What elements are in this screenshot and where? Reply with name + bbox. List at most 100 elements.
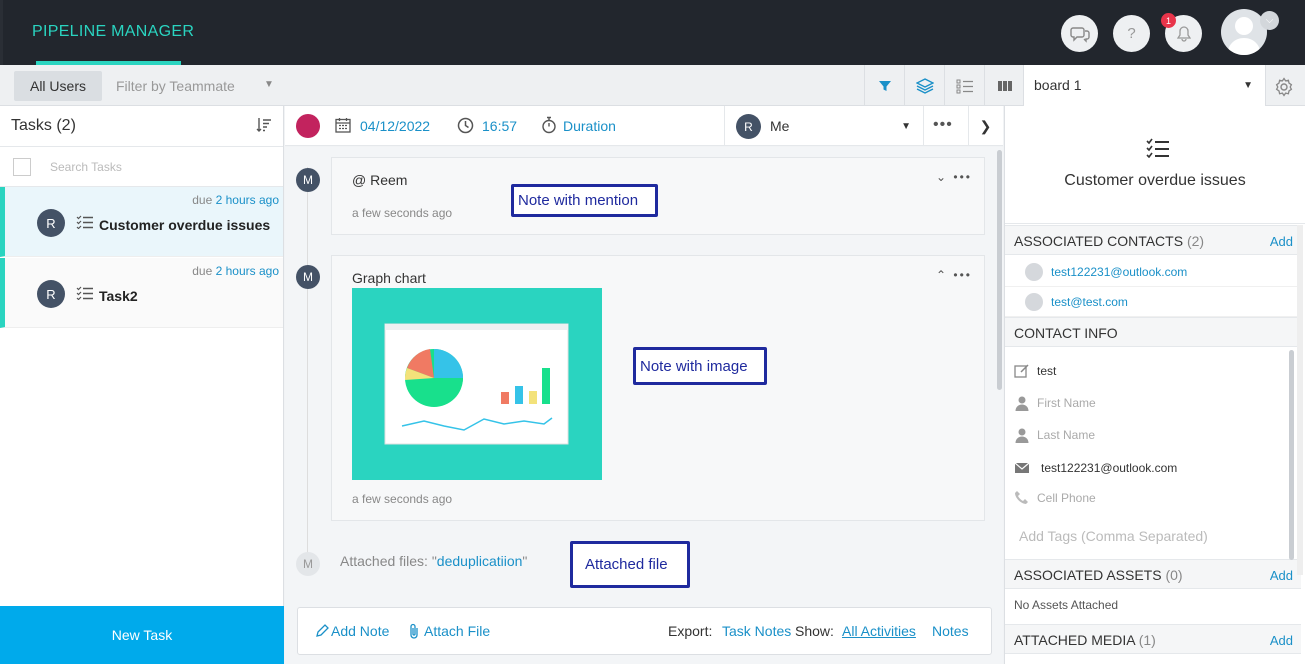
edit-icon bbox=[1014, 364, 1029, 378]
task-date[interactable]: 04/12/2022 bbox=[360, 118, 430, 134]
add-asset-button[interactable]: Add bbox=[1270, 568, 1293, 583]
clock-icon[interactable] bbox=[457, 117, 474, 134]
note-controls[interactable]: ⌄ ••• bbox=[936, 170, 972, 184]
sidebar-scrollbar-track[interactable] bbox=[1297, 225, 1303, 575]
note-title: @ Reem bbox=[352, 172, 408, 188]
sort-button[interactable] bbox=[256, 117, 272, 136]
filter-button[interactable] bbox=[864, 65, 904, 106]
chevron-down-icon: ▼ bbox=[1243, 80, 1253, 91]
board-view-button[interactable] bbox=[984, 65, 1024, 106]
task-search-row bbox=[0, 146, 283, 187]
list-view-button[interactable] bbox=[944, 65, 984, 106]
collapse-panel-button[interactable]: ❯ bbox=[968, 106, 1002, 146]
show-label: Show: bbox=[795, 623, 834, 639]
no-assets-text: No Assets Attached bbox=[1014, 598, 1119, 612]
cell-phone-row[interactable]: Cell Phone bbox=[1005, 484, 1295, 514]
show-all-activities-link[interactable]: All Activities bbox=[842, 623, 916, 639]
note-card[interactable]: @ Reem ⌄ ••• a few seconds ago bbox=[331, 157, 985, 235]
assignee-name: Me bbox=[770, 118, 790, 134]
task-avatar: R bbox=[37, 209, 65, 237]
attached-media-header: ATTACHED MEDIA (1) Add bbox=[1005, 624, 1301, 654]
stopwatch-icon[interactable] bbox=[541, 116, 557, 134]
note-author-avatar: M bbox=[296, 552, 320, 576]
select-all-checkbox[interactable] bbox=[13, 158, 31, 176]
board-select[interactable]: board 1 ▼ bbox=[1023, 65, 1266, 106]
person-icon bbox=[1015, 428, 1029, 443]
add-tags-input[interactable]: Add Tags (Comma Separated) bbox=[1019, 528, 1208, 544]
more-options-icon[interactable]: ••• bbox=[953, 268, 972, 282]
timeline-line bbox=[307, 167, 308, 567]
chevron-down-icon: ▼ bbox=[901, 121, 911, 132]
email-value: test122231@outlook.com bbox=[1041, 461, 1178, 475]
list-icon bbox=[956, 79, 973, 93]
filter-by-teammate[interactable]: Filter by Teammate bbox=[116, 78, 235, 94]
gear-icon bbox=[1275, 77, 1293, 97]
show-notes-link[interactable]: Notes bbox=[932, 623, 969, 639]
task-avatar: R bbox=[37, 280, 65, 308]
add-note-button[interactable]: Add Note bbox=[331, 623, 389, 639]
calendar-icon[interactable] bbox=[335, 117, 351, 133]
more-options-icon[interactable]: ••• bbox=[933, 116, 953, 134]
attach-file-button[interactable]: Attach File bbox=[424, 623, 490, 639]
task-time[interactable]: 16:57 bbox=[482, 118, 517, 134]
search-tasks-input[interactable] bbox=[42, 155, 272, 179]
chevron-down-icon[interactable]: ▼ bbox=[264, 79, 274, 90]
task-duration[interactable]: Duration bbox=[563, 118, 616, 134]
tasks-title: Tasks (2) bbox=[11, 117, 76, 134]
checklist-icon bbox=[1146, 138, 1169, 158]
contact-name-row[interactable]: test bbox=[1005, 357, 1295, 387]
chevron-down-icon[interactable]: ⌵ bbox=[1260, 11, 1279, 30]
contact-avatar-icon bbox=[1025, 263, 1043, 281]
task-due: due 2 hours ago bbox=[192, 264, 279, 278]
last-name-row[interactable]: Last Name bbox=[1005, 421, 1295, 451]
contact-item[interactable]: test@test.com bbox=[1005, 287, 1301, 317]
contact-name: test bbox=[1037, 364, 1057, 378]
top-bar: PIPELINE MANAGER ? 1 ⌵ bbox=[0, 0, 1305, 65]
note-card[interactable]: Graph chart ⌃ ••• a few seconds ago bbox=[331, 255, 985, 521]
timeline-scrollbar[interactable] bbox=[997, 150, 1002, 390]
task-detail-sidebar: Customer overdue issues ASSOCIATED CONTA… bbox=[1004, 106, 1305, 664]
contact-email[interactable]: test@test.com bbox=[1051, 295, 1128, 309]
contact-item[interactable]: test122231@outlook.com bbox=[1005, 257, 1301, 287]
task-color-picker[interactable] bbox=[296, 114, 320, 138]
settings-button[interactable] bbox=[1274, 77, 1294, 100]
layers-view-button[interactable] bbox=[904, 65, 944, 106]
assignee-select[interactable]: R Me ▼ bbox=[724, 106, 924, 146]
task-name: Customer overdue issues bbox=[99, 217, 271, 233]
note-image[interactable] bbox=[352, 288, 602, 480]
more-options-icon[interactable]: ••• bbox=[953, 170, 972, 184]
envelope-icon bbox=[1014, 462, 1030, 473]
paperclip-icon bbox=[410, 623, 418, 639]
cell-phone-field: Cell Phone bbox=[1037, 491, 1096, 505]
note-controls[interactable]: ⌃ ••• bbox=[936, 268, 972, 282]
email-row[interactable]: test122231@outlook.com bbox=[1005, 454, 1295, 484]
chevron-up-icon[interactable]: ⌃ bbox=[936, 268, 948, 282]
annotation-image: Note with image bbox=[633, 347, 767, 385]
annotation-mention: Note with mention bbox=[511, 184, 658, 217]
assets-empty-row: No Assets Attached bbox=[1005, 591, 1295, 621]
add-media-button[interactable]: Add bbox=[1270, 633, 1293, 648]
chat-button[interactable] bbox=[1061, 15, 1098, 52]
note-timestamp: a few seconds ago bbox=[352, 206, 453, 220]
view-toggle-group bbox=[864, 65, 1024, 106]
add-contact-button[interactable]: Add bbox=[1270, 234, 1293, 249]
attached-file-link[interactable]: deduplicatiion bbox=[437, 553, 523, 569]
contact-email[interactable]: test122231@outlook.com bbox=[1051, 265, 1187, 279]
task-item[interactable]: due 2 hours ago R Task2 bbox=[0, 258, 283, 328]
annotation-file: Attached file bbox=[570, 541, 690, 588]
help-button[interactable]: ? bbox=[1113, 15, 1150, 52]
task-item[interactable]: due 2 hours ago R Customer overdue issue… bbox=[0, 187, 283, 257]
layers-icon bbox=[915, 77, 934, 94]
person-icon bbox=[1015, 396, 1029, 411]
export-task-notes-link[interactable]: Task Notes bbox=[722, 623, 791, 639]
chevron-down-icon[interactable]: ⌄ bbox=[936, 170, 948, 184]
sidebar-task-title: Customer overdue issues bbox=[1064, 172, 1246, 189]
bell-icon bbox=[1176, 25, 1191, 42]
all-users-tab[interactable]: All Users bbox=[14, 71, 102, 101]
export-label: Export: bbox=[668, 623, 713, 639]
note-author-avatar: M bbox=[296, 265, 320, 289]
sidebar-scrollbar-thumb[interactable] bbox=[1289, 350, 1294, 560]
new-task-button[interactable]: New Task bbox=[0, 606, 284, 664]
first-name-row[interactable]: First Name bbox=[1005, 389, 1295, 419]
app-title[interactable]: PIPELINE MANAGER bbox=[32, 23, 194, 41]
